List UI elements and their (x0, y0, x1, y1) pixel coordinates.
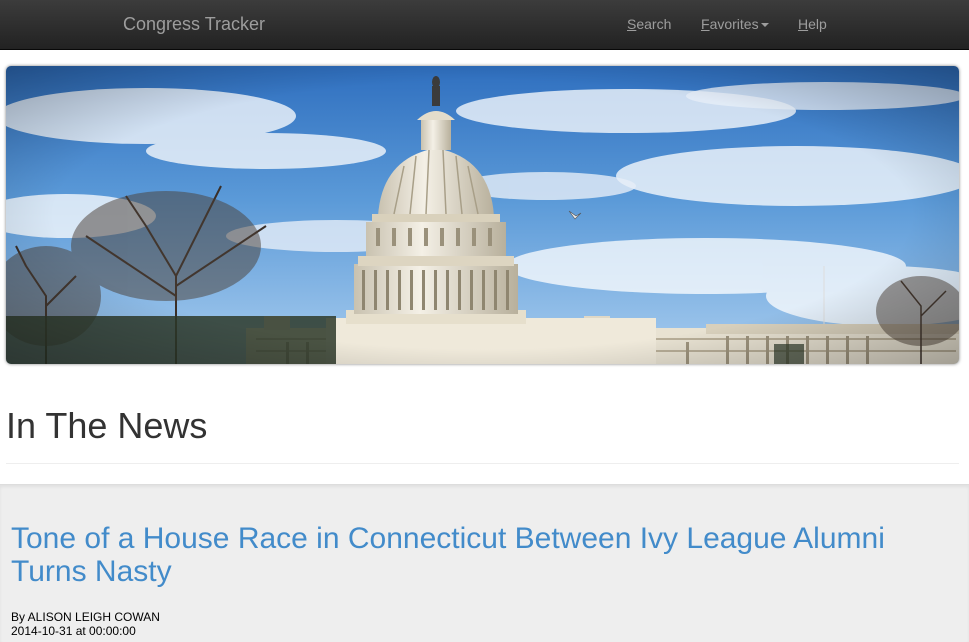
capitol-banner-image (6, 66, 959, 364)
nav-search-label: earch (636, 16, 672, 32)
nav-help-accesskey: H (798, 16, 809, 32)
top-navbar: Congress Tracker Search Favorites Help (0, 0, 969, 50)
brand-link[interactable]: Congress Tracker (123, 14, 265, 35)
article-byline: By ALISON LEIGH COWAN (11, 610, 160, 624)
nav-favorites-dropdown[interactable]: Favorites (701, 16, 769, 32)
article-headline-link[interactable]: Tone of a House Race in Connecticut Betw… (11, 522, 951, 588)
nav-search-accesskey: S (627, 16, 637, 32)
nav-favorites-label: avorites (709, 16, 759, 32)
nav-help-link[interactable]: Help (798, 16, 827, 32)
page-section-title: In The News (6, 405, 208, 446)
article-timestamp: 2014-10-31 at 00:00:00 (11, 624, 136, 638)
nav-help-label: elp (808, 16, 827, 32)
nav-search-link[interactable]: Search (627, 16, 671, 32)
capitol-illustration (6, 66, 959, 364)
section-divider (6, 463, 959, 464)
caret-down-icon (760, 23, 769, 28)
nav-favorites-accesskey: F (701, 16, 710, 32)
